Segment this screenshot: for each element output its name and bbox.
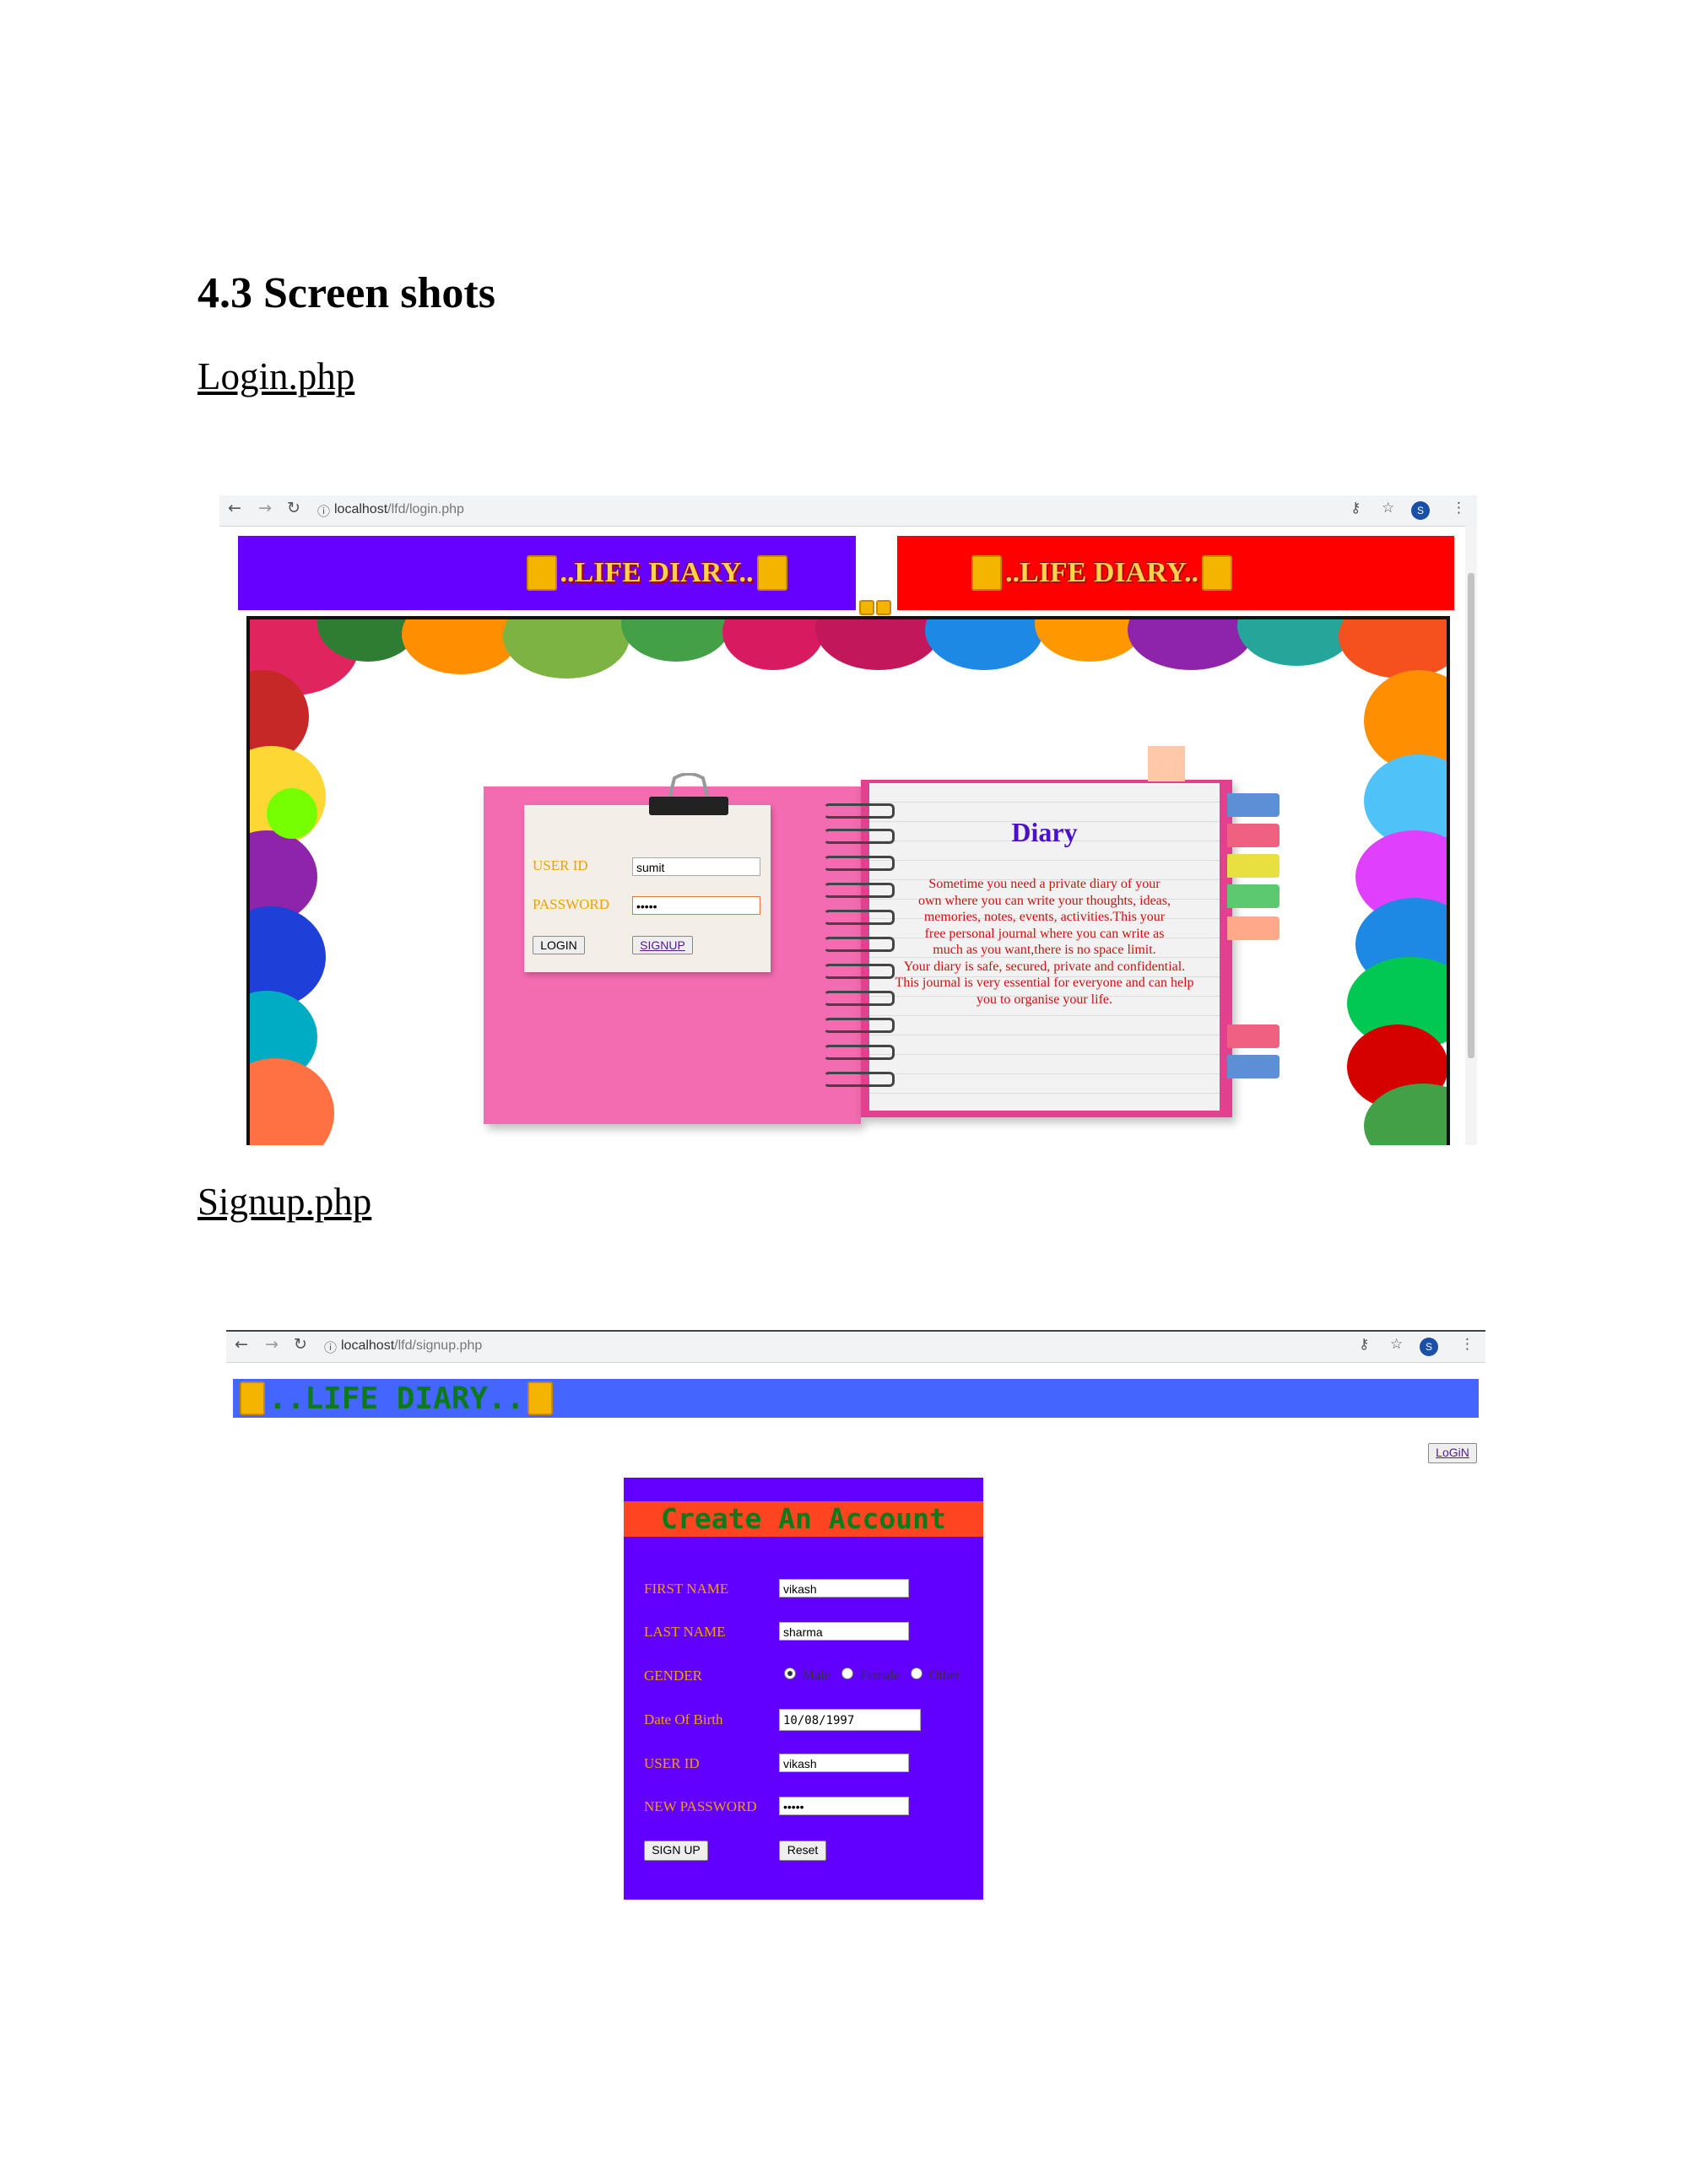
- diary-line: much as you want,there is no space limit…: [933, 943, 1156, 957]
- diary-line: memories, notes, events, activities.This…: [923, 910, 1166, 924]
- diary-line: This journal is very essential for every…: [895, 976, 1194, 990]
- book-icon: [1202, 555, 1232, 591]
- signup-banner: ..LIFE DIARY..: [233, 1379, 1479, 1418]
- last-name-input[interactable]: sharma: [779, 1622, 909, 1641]
- info-icon[interactable]: ⓘ: [324, 1338, 337, 1356]
- book-icon: [859, 600, 874, 616]
- small-book-icons: [859, 600, 891, 616]
- signup-link[interactable]: SIGNUP: [632, 936, 693, 954]
- star-icon[interactable]: ☆: [1390, 1336, 1403, 1353]
- menu-icon[interactable]: ⋮: [1452, 500, 1466, 516]
- book-icon: [756, 555, 787, 591]
- avatar[interactable]: S: [1411, 501, 1430, 520]
- diary-description: Sometime you need a private diary of you…: [869, 876, 1220, 1008]
- dob-input[interactable]: 10/08/1997: [779, 1709, 921, 1731]
- create-account-form: Create An Account FIRST NAME vikash LAST…: [624, 1478, 983, 1900]
- login-link[interactable]: LoGiN: [1428, 1443, 1477, 1463]
- book-icon: [876, 600, 891, 616]
- sign-up-button[interactable]: SIGN UP: [644, 1841, 708, 1861]
- reload-icon[interactable]: ↻: [287, 499, 300, 517]
- star-icon[interactable]: ☆: [1382, 500, 1394, 516]
- reload-icon[interactable]: ↻: [294, 1335, 307, 1354]
- diary-title: Diary: [1011, 817, 1078, 847]
- url-path: /lfd/signup.php: [394, 1338, 483, 1353]
- last-name-label: LAST NAME: [644, 1624, 726, 1640]
- gender-male-radio[interactable]: [784, 1668, 796, 1679]
- form-title: Create An Account: [624, 1501, 983, 1537]
- first-name-label: FIRST NAME: [644, 1581, 729, 1597]
- notebook-left-cover: USER ID sumit PASSWORD ••••• LOGIN SIGNU…: [484, 773, 861, 1124]
- url-host: localhost: [334, 502, 388, 516]
- section-heading: 4.3 Screen shots: [197, 269, 495, 317]
- scrollbar-thumb[interactable]: [1468, 573, 1474, 1058]
- diary-line: Sometime you need a private diary of you…: [928, 877, 1160, 891]
- banner-title: ..LIFE DIARY..: [268, 1381, 525, 1416]
- browser-toolbar: ← → ↻ ⓘ localhost/lfd/signup.php ⚷ ☆ S ⋮: [226, 1330, 1485, 1363]
- key-icon[interactable]: ⚷: [1350, 500, 1361, 516]
- dob-label: Date Of Birth: [644, 1711, 723, 1727]
- address-bar[interactable]: localhost/lfd/login.php: [334, 502, 464, 517]
- user-id-label: USER ID: [644, 1755, 700, 1771]
- forward-icon[interactable]: →: [265, 1335, 279, 1354]
- url-host: localhost: [341, 1338, 395, 1353]
- diary-line: you to organise your life.: [976, 992, 1112, 1007]
- forward-icon[interactable]: →: [258, 499, 272, 517]
- password-input[interactable]: •••••: [632, 896, 760, 915]
- book-icon: [526, 555, 557, 591]
- login-screenshot: ← → ↻ ⓘ localhost/lfd/login.php ⚷ ☆ S ⋮ …: [219, 495, 1477, 1145]
- new-password-input[interactable]: •••••: [779, 1797, 909, 1815]
- banner-left: ..LIFE DIARY..: [238, 536, 856, 610]
- login-button[interactable]: LOGIN: [533, 936, 585, 954]
- first-name-input[interactable]: vikash: [779, 1579, 909, 1597]
- binder-clip-icon: [649, 773, 728, 815]
- user-id-input[interactable]: vikash: [779, 1754, 909, 1772]
- back-icon[interactable]: ←: [228, 499, 241, 517]
- diary-line: Your diary is safe, secured, private and…: [903, 959, 1186, 974]
- signup-caption: Signup.php: [197, 1181, 372, 1223]
- reset-button[interactable]: Reset: [779, 1841, 826, 1861]
- user-id-label: USER ID: [533, 857, 588, 873]
- book-icon: [240, 1381, 265, 1415]
- notebook-right-cover: Diary Sometime you need a private diary …: [824, 746, 1280, 1117]
- avatar[interactable]: S: [1420, 1338, 1438, 1356]
- book-icon: [971, 555, 1002, 591]
- gender-female-label: Female: [860, 1668, 901, 1683]
- key-icon[interactable]: ⚷: [1359, 1336, 1369, 1353]
- url-path: /lfd/login.php: [387, 502, 464, 516]
- gender-male-label: Male: [803, 1668, 830, 1683]
- address-bar[interactable]: localhost/lfd/signup.php: [341, 1338, 482, 1354]
- info-icon[interactable]: ⓘ: [317, 502, 330, 520]
- new-password-label: NEW PASSWORD: [644, 1798, 757, 1814]
- banner-left-title: ..LIFE DIARY..: [560, 557, 754, 588]
- scrollbar[interactable]: [1465, 526, 1477, 1145]
- login-note: USER ID sumit PASSWORD ••••• LOGIN SIGNU…: [524, 773, 771, 972]
- user-id-input[interactable]: sumit: [632, 857, 760, 876]
- signup-screenshot: ← → ↻ ⓘ localhost/lfd/signup.php ⚷ ☆ S ⋮…: [226, 1330, 1485, 1921]
- diary-line: own where you can write your thoughts, i…: [917, 893, 1171, 908]
- password-label: PASSWORD: [533, 896, 610, 912]
- gender-label: GENDER: [644, 1668, 702, 1684]
- back-icon[interactable]: ←: [235, 1335, 248, 1354]
- banner-right: ..LIFE DIARY..: [897, 536, 1454, 610]
- login-caption: Login.php: [197, 355, 355, 397]
- menu-icon[interactable]: ⋮: [1460, 1336, 1474, 1353]
- browser-toolbar: ← → ↻ ⓘ localhost/lfd/login.php ⚷ ☆ S ⋮: [219, 495, 1477, 527]
- banner-right-title: ..LIFE DIARY..: [1005, 557, 1198, 588]
- diary-line: free personal journal where you can writ…: [924, 926, 1165, 941]
- paint-splash-background: USER ID sumit PASSWORD ••••• LOGIN SIGNU…: [246, 616, 1450, 1145]
- diary-page: Diary Sometime you need a private diary …: [869, 783, 1220, 1111]
- gender-other-label: Other: [929, 1668, 960, 1683]
- gender-female-radio[interactable]: [841, 1668, 853, 1679]
- book-icon: [528, 1381, 554, 1415]
- gender-other-radio[interactable]: [911, 1668, 922, 1679]
